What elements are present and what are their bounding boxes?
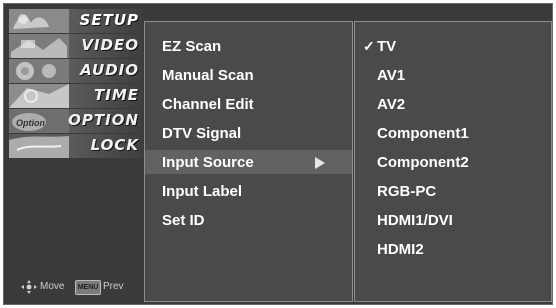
option-hdmi2[interactable]: HDMI2 [355, 237, 551, 261]
option-component2[interactable]: Component2 [355, 150, 551, 174]
menu-item-ez-scan[interactable]: EZ Scan [145, 34, 352, 58]
move-label: Move [40, 281, 65, 292]
menu-item-manual-scan[interactable]: Manual Scan [145, 63, 352, 87]
setup-submenu: EZ Scan Manual Scan Channel Edit DTV Sig… [144, 21, 353, 302]
nav-label-setup: SETUP [79, 11, 139, 29]
nav-label-option: OPTION [68, 111, 139, 129]
menu-item-label: Channel Edit [162, 96, 254, 113]
option-icon-text: Option [16, 118, 45, 128]
nav-item-video[interactable]: VIDEO [9, 34, 143, 58]
video-icon [9, 34, 69, 58]
time-icon [9, 84, 69, 108]
tv-osd-menu: SETUP VIDEO AUDIO TIME Option OPTION LOC… [3, 3, 553, 305]
option-label: AV2 [377, 96, 406, 113]
check-icon: ✓ [363, 38, 375, 54]
setup-icon [9, 9, 69, 33]
option-icon: Option [9, 109, 69, 133]
option-tv[interactable]: ✓ TV [355, 34, 551, 58]
option-av2[interactable]: AV2 [355, 92, 551, 116]
menu-item-label: EZ Scan [162, 38, 222, 55]
menu-item-label: Set ID [162, 212, 205, 229]
input-source-options: ✓ TV AV1 AV2 Component1 Component2 RGB-P… [354, 21, 552, 302]
move-icon [21, 280, 37, 294]
menu-item-label: Input Label [162, 183, 242, 200]
menu-item-input-source[interactable]: Input Source [145, 150, 352, 174]
option-label: Component1 [377, 125, 469, 142]
menu-item-label: Manual Scan [162, 67, 254, 84]
menu-item-label: Input Source [162, 154, 254, 171]
submenu-arrow-icon [315, 157, 325, 169]
nav-label-video: VIDEO [81, 36, 139, 54]
nav-item-time[interactable]: TIME [9, 84, 143, 108]
option-component1[interactable]: Component1 [355, 121, 551, 145]
option-label: HDMI2 [377, 241, 424, 258]
menu-item-set-id[interactable]: Set ID [145, 208, 352, 232]
audio-icon [9, 59, 69, 83]
menu-item-label: DTV Signal [162, 125, 242, 142]
menu-key-icon: MENU [75, 280, 101, 295]
nav-item-audio[interactable]: AUDIO [9, 59, 143, 83]
lock-icon [9, 134, 69, 158]
menu-item-input-label[interactable]: Input Label [145, 179, 352, 203]
option-label: AV1 [377, 67, 406, 84]
menu-item-channel-edit[interactable]: Channel Edit [145, 92, 352, 116]
nav-item-lock[interactable]: LOCK [9, 134, 143, 158]
option-rgb-pc[interactable]: RGB-PC [355, 179, 551, 203]
option-label: TV [377, 38, 397, 55]
nav-item-setup[interactable]: SETUP [9, 9, 143, 33]
nav-label-audio: AUDIO [80, 61, 139, 79]
nav-label-lock: LOCK [90, 136, 139, 154]
option-label: HDMI1/DVI [377, 212, 453, 229]
option-label: Component2 [377, 154, 469, 171]
option-av1[interactable]: AV1 [355, 63, 551, 87]
option-label: RGB-PC [377, 183, 437, 200]
main-menu-nav: SETUP VIDEO AUDIO TIME Option OPTION LOC… [9, 9, 143, 299]
prev-label: Prev [103, 281, 124, 292]
nav-label-time: TIME [94, 86, 139, 104]
menu-item-dtv-signal[interactable]: DTV Signal [145, 121, 352, 145]
option-hdmi1-dvi[interactable]: HDMI1/DVI [355, 208, 551, 232]
nav-item-option[interactable]: Option OPTION [9, 109, 143, 133]
